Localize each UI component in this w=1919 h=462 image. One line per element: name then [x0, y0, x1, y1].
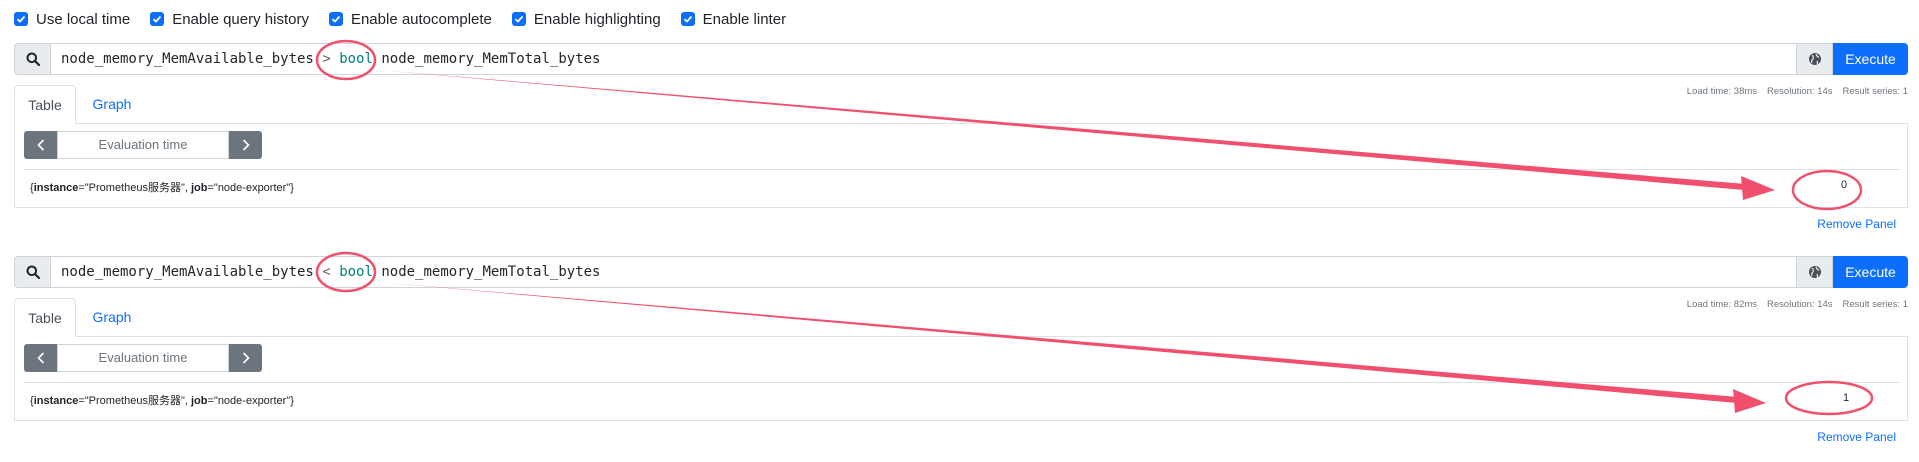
- execute-button[interactable]: Execute: [1833, 43, 1908, 75]
- globe-icon: [1808, 266, 1821, 278]
- search-icon: [14, 256, 50, 288]
- next-time-button[interactable]: [229, 131, 262, 159]
- chevron-right-icon: [242, 139, 250, 151]
- query-left-metric: node_memory_MemAvailable_bytes: [61, 264, 314, 280]
- linter-checkbox[interactable]: Enable linter: [680, 10, 787, 28]
- search-icon: [14, 43, 50, 75]
- query-right-metric: node_memory_MemTotal_bytes: [381, 264, 601, 280]
- evaluation-time-control: Evaluation time: [24, 131, 262, 159]
- options-bar: Use local time Enable query history Enab…: [14, 9, 806, 29]
- query-history-checkbox[interactable]: Enable query history: [150, 11, 309, 28]
- remove-panel-link[interactable]: Remove Panel: [1817, 430, 1896, 444]
- chevron-left-icon: [36, 352, 44, 364]
- series-value: 1: [1843, 392, 1850, 404]
- table-view: Evaluation time {instance="Prometheus服务器…: [14, 336, 1908, 421]
- metrics-explorer-button[interactable]: [1797, 256, 1833, 288]
- panel-tabs: Table Graph: [14, 85, 1908, 124]
- option-label: Enable query history: [172, 10, 309, 28]
- query-operator: <: [322, 264, 331, 280]
- evaluation-time-input[interactable]: Evaluation time: [57, 131, 229, 159]
- option-label: Enable highlighting: [533, 10, 661, 28]
- table-view: Evaluation time {instance="Prometheus服务器…: [14, 123, 1908, 208]
- query-operator: >: [322, 51, 331, 67]
- table-row: {instance="Prometheus服务器", job="node-exp…: [24, 382, 1900, 413]
- autocomplete-checkbox[interactable]: Enable autocomplete: [328, 10, 492, 28]
- query-row: node_memory_MemAvailable_bytes > bool no…: [14, 43, 1908, 75]
- tab-table[interactable]: Table: [14, 298, 76, 337]
- option-label: Enable linter: [702, 10, 787, 28]
- use-local-time-checkbox[interactable]: Use local time: [14, 11, 130, 28]
- table-row: {instance="Prometheus服务器", job="node-exp…: [24, 169, 1900, 200]
- chevron-left-icon: [36, 139, 44, 151]
- query-row: node_memory_MemAvailable_bytes < bool no…: [14, 256, 1908, 288]
- expression-input[interactable]: node_memory_MemAvailable_bytes > bool no…: [50, 43, 1797, 75]
- tab-graph[interactable]: Graph: [76, 298, 148, 336]
- option-label: Use local time: [36, 10, 131, 28]
- previous-time-button[interactable]: [24, 344, 57, 372]
- expression-input[interactable]: node_memory_MemAvailable_bytes < bool no…: [50, 256, 1797, 288]
- series-labels: {instance="Prometheus服务器", job="node-exp…: [30, 182, 294, 194]
- query-right-metric: node_memory_MemTotal_bytes: [381, 51, 601, 67]
- chevron-right-icon: [242, 352, 250, 364]
- panel-tabs: Table Graph: [14, 298, 1908, 337]
- tab-table[interactable]: Table: [14, 85, 76, 124]
- checkbox-checked-icon: [328, 12, 343, 26]
- query-modifier: bool: [339, 264, 373, 280]
- series-labels: {instance="Prometheus服务器", job="node-exp…: [30, 395, 294, 407]
- query-left-metric: node_memory_MemAvailable_bytes: [61, 51, 314, 67]
- series-value: 0: [1841, 179, 1848, 191]
- execute-button[interactable]: Execute: [1833, 256, 1908, 288]
- evaluation-time-control: Evaluation time: [24, 344, 262, 372]
- tab-graph[interactable]: Graph: [76, 85, 148, 123]
- evaluation-time-input[interactable]: Evaluation time: [57, 344, 229, 372]
- previous-time-button[interactable]: [24, 131, 57, 159]
- checkbox-checked-icon: [14, 12, 28, 26]
- checkbox-checked-icon: [511, 12, 526, 26]
- option-label: Enable autocomplete: [350, 10, 492, 28]
- query-modifier: bool: [339, 51, 373, 67]
- highlighting-checkbox[interactable]: Enable highlighting: [511, 10, 661, 28]
- checkbox-checked-icon: [680, 12, 695, 26]
- globe-icon: [1808, 53, 1821, 65]
- remove-panel-link[interactable]: Remove Panel: [1817, 217, 1896, 231]
- metrics-explorer-button[interactable]: [1797, 43, 1833, 75]
- checkbox-checked-icon: [150, 12, 165, 26]
- next-time-button[interactable]: [229, 344, 262, 372]
